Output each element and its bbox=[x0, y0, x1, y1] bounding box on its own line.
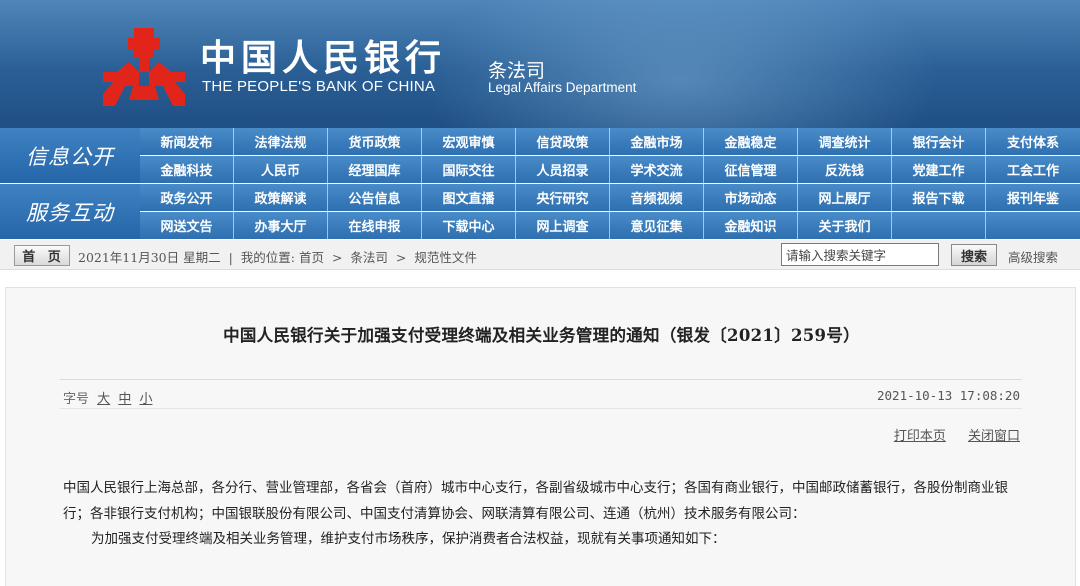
nav-item[interactable]: 市场动态 bbox=[704, 184, 798, 211]
nav-item[interactable]: 办事大厅 bbox=[234, 212, 328, 239]
nav-item[interactable]: 公告信息 bbox=[328, 184, 422, 211]
nav-item[interactable]: 关于我们 bbox=[798, 212, 892, 239]
article-panel: 中国人民银行关于加强支付受理终端及相关业务管理的通知（银发〔2021〕259号）… bbox=[5, 287, 1076, 586]
nav-item[interactable]: 网送文告 bbox=[140, 212, 234, 239]
article-body: 中国人民银行上海总部，各分行、营业管理部，各省会（首府）城市中心支行，各副省级城… bbox=[63, 476, 1025, 553]
nav-item[interactable]: 意见征集 bbox=[610, 212, 704, 239]
breadcrumb-dept[interactable]: 条法司 bbox=[350, 250, 388, 265]
nav-group-service: 服务互动 政务公开 政策解读 公告信息 图文直播 央行研究 音频视频 市场动态 … bbox=[0, 184, 1080, 240]
font-size-controls: 字号 大 中 小 bbox=[63, 388, 152, 407]
bank-name-en: THE PEOPLE'S BANK OF CHINA bbox=[202, 78, 436, 95]
nav-item[interactable]: 党建工作 bbox=[892, 156, 986, 183]
nav-item[interactable]: 信贷政策 bbox=[516, 128, 610, 155]
nav-item[interactable]: 货币政策 bbox=[328, 128, 422, 155]
nav-item[interactable]: 支付体系 bbox=[986, 128, 1080, 155]
nav-item[interactable]: 金融知识 bbox=[704, 212, 798, 239]
nav-item[interactable]: 新闻发布 bbox=[140, 128, 234, 155]
nav-item[interactable]: 金融市场 bbox=[610, 128, 704, 155]
nav-item[interactable]: 宏观审慎 bbox=[422, 128, 516, 155]
nav-item[interactable]: 在线申报 bbox=[328, 212, 422, 239]
nav-item[interactable]: 金融稳定 bbox=[704, 128, 798, 155]
nav-item[interactable]: 报刊年鉴 bbox=[986, 184, 1080, 211]
print-link[interactable]: 打印本页 bbox=[894, 429, 946, 444]
article-addressee: 中国人民银行上海总部，各分行、营业管理部，各省会（首府）城市中心支行，各副省级城… bbox=[63, 480, 1008, 522]
nav-item[interactable]: 反洗钱 bbox=[798, 156, 892, 183]
main-nav: 信息公开 新闻发布 法律法规 货币政策 宏观审慎 信贷政策 金融市场 金融稳定 … bbox=[0, 128, 1080, 240]
publish-time: 2021-10-13 17:08:20 bbox=[877, 388, 1020, 403]
nav-item[interactable]: 经理国库 bbox=[328, 156, 422, 183]
nav-item[interactable]: 调查统计 bbox=[798, 128, 892, 155]
nav-item[interactable]: 网上展厅 bbox=[798, 184, 892, 211]
search-input[interactable] bbox=[781, 243, 939, 266]
nav-item[interactable]: 央行研究 bbox=[516, 184, 610, 211]
article-title: 中国人民银行关于加强支付受理终端及相关业务管理的通知（银发〔2021〕259号） bbox=[223, 326, 860, 345]
nav-item[interactable]: 法律法规 bbox=[234, 128, 328, 155]
nav-group-label-info[interactable]: 信息公开 bbox=[0, 128, 140, 183]
nav-item[interactable]: 征信管理 bbox=[704, 156, 798, 183]
nav-item[interactable]: 政策解读 bbox=[234, 184, 328, 211]
font-size-label: 字号 bbox=[63, 392, 90, 407]
nav-item[interactable]: 学术交流 bbox=[610, 156, 704, 183]
breadcrumb-current[interactable]: 规范性文件 bbox=[414, 250, 477, 265]
article-tools: 打印本页 关闭窗口 bbox=[876, 425, 1020, 444]
font-size-medium[interactable]: 中 bbox=[118, 392, 131, 407]
breadcrumb-sep: > bbox=[331, 250, 343, 265]
nav-row: 网送文告 办事大厅 在线申报 下载中心 网上调查 意见征集 金融知识 关于我们 bbox=[140, 212, 1080, 239]
status-bar: 首 页 2021年11月30日 星期二 | 我的位置: 首页 > 条法司 > 规… bbox=[0, 240, 1080, 270]
pboc-logo-icon[interactable] bbox=[103, 28, 185, 106]
nav-item[interactable]: 报告下载 bbox=[892, 184, 986, 211]
nav-item-empty bbox=[892, 212, 986, 239]
nav-item[interactable]: 政务公开 bbox=[140, 184, 234, 211]
nav-group-info: 信息公开 新闻发布 法律法规 货币政策 宏观审慎 信贷政策 金融市场 金融稳定 … bbox=[0, 128, 1080, 184]
dept-name-en: Legal Affairs Department bbox=[488, 80, 637, 95]
nav-item[interactable]: 银行会计 bbox=[892, 128, 986, 155]
home-button[interactable]: 首 页 bbox=[14, 245, 70, 266]
search-button[interactable]: 搜索 bbox=[951, 244, 997, 266]
font-size-large[interactable]: 大 bbox=[97, 392, 110, 407]
breadcrumb: 2021年11月30日 星期二 | 我的位置: 首页 > 条法司 > 规范性文件 bbox=[78, 247, 477, 266]
current-date: 2021年11月30日 星期二 bbox=[78, 250, 221, 265]
dept-name-cn: 条法司 bbox=[488, 60, 546, 82]
nav-item[interactable]: 工会工作 bbox=[986, 156, 1080, 183]
location-label: 我的位置: bbox=[240, 250, 295, 265]
nav-item[interactable]: 金融科技 bbox=[140, 156, 234, 183]
nav-row: 政务公开 政策解读 公告信息 图文直播 央行研究 音频视频 市场动态 网上展厅 … bbox=[140, 184, 1080, 211]
nav-item-empty bbox=[986, 212, 1080, 239]
advanced-search-link[interactable]: 高级搜索 bbox=[1008, 247, 1058, 266]
nav-item[interactable]: 国际交往 bbox=[422, 156, 516, 183]
nav-group-label-service[interactable]: 服务互动 bbox=[0, 184, 140, 239]
nav-item[interactable]: 人员招录 bbox=[516, 156, 610, 183]
nav-item[interactable]: 人民币 bbox=[234, 156, 328, 183]
nav-item[interactable]: 音频视频 bbox=[610, 184, 704, 211]
nav-item[interactable]: 图文直播 bbox=[422, 184, 516, 211]
breadcrumb-sep: > bbox=[395, 250, 407, 265]
bank-name-cn: 中国人民银行 bbox=[200, 37, 447, 79]
nav-item[interactable]: 下载中心 bbox=[422, 212, 516, 239]
nav-row: 金融科技 人民币 经理国库 国际交往 人员招录 学术交流 征信管理 反洗钱 党建… bbox=[140, 156, 1080, 183]
close-window-link[interactable]: 关闭窗口 bbox=[968, 429, 1020, 444]
article-intro: 为加强支付受理终端及相关业务管理，维护支付市场秩序，保护消费者合法权益，现就有关… bbox=[91, 531, 726, 547]
site-banner: 中国人民银行 THE PEOPLE'S BANK OF CHINA 条法司 Le… bbox=[0, 0, 1080, 128]
divider bbox=[60, 408, 1022, 409]
breadcrumb-home[interactable]: 首页 bbox=[299, 250, 324, 265]
nav-row: 新闻发布 法律法规 货币政策 宏观审慎 信贷政策 金融市场 金融稳定 调查统计 … bbox=[140, 128, 1080, 155]
font-size-small[interactable]: 小 bbox=[139, 392, 152, 407]
divider bbox=[60, 379, 1022, 380]
nav-item[interactable]: 网上调查 bbox=[516, 212, 610, 239]
